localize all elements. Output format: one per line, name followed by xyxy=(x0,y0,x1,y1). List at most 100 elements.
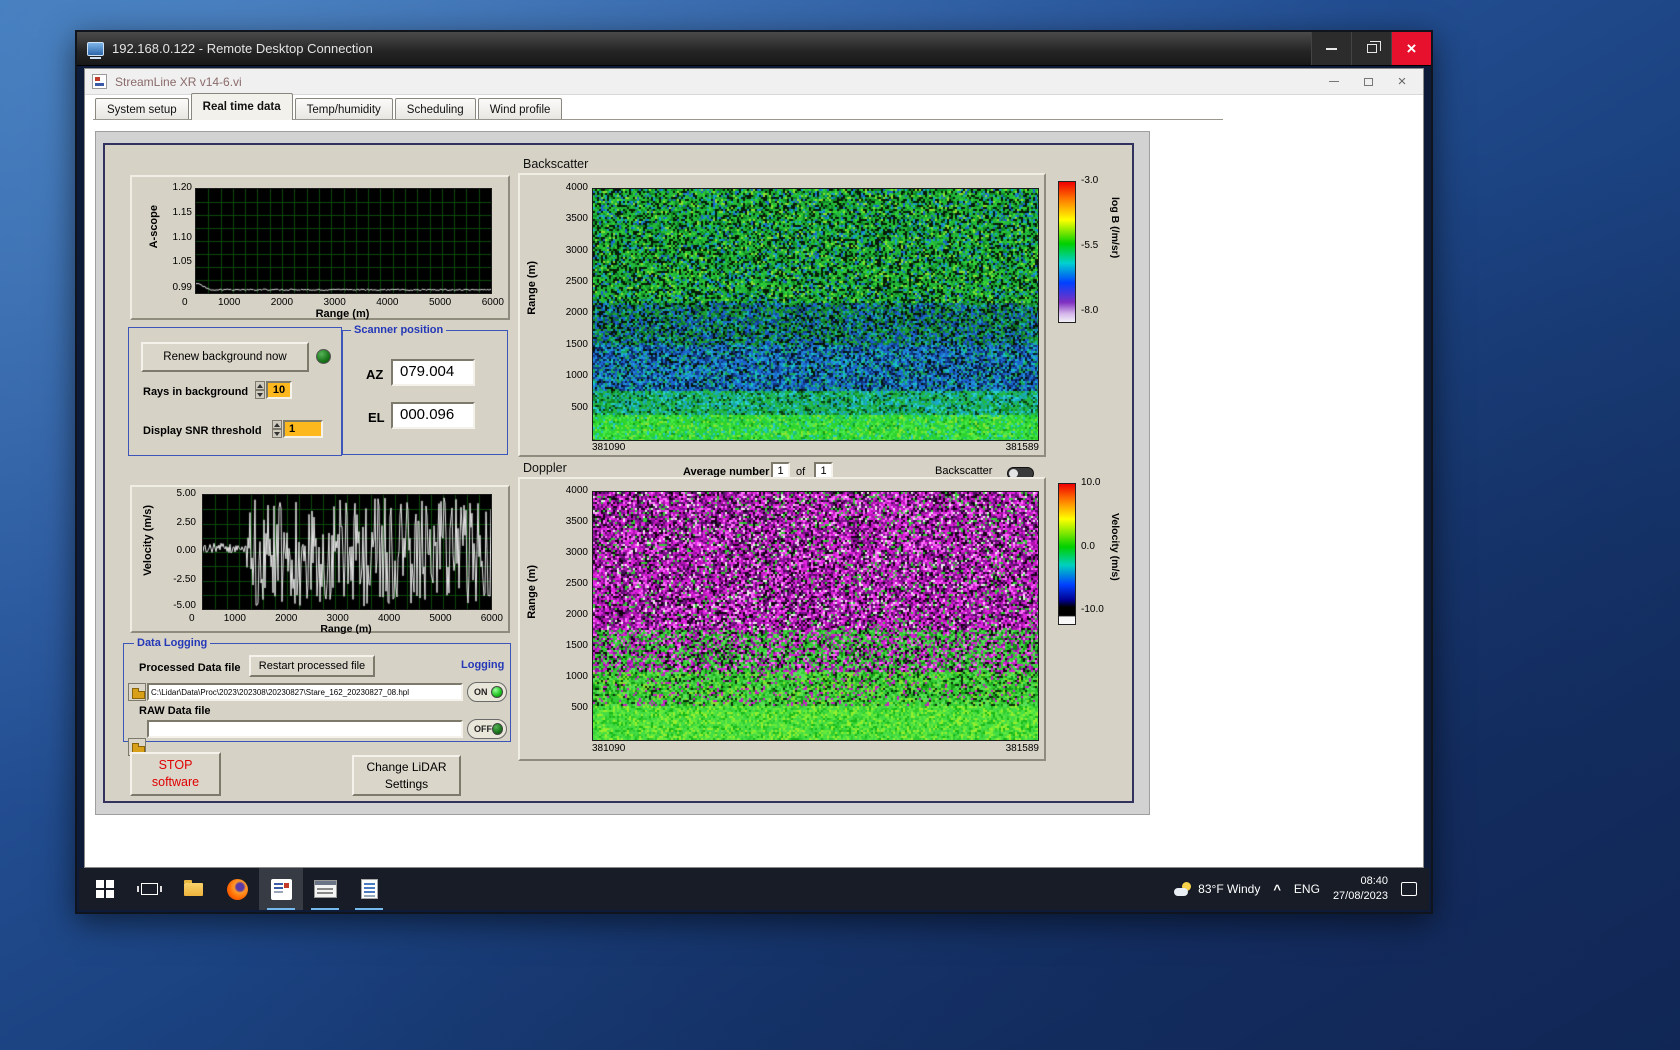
backscatter-colorbar xyxy=(1058,181,1076,323)
snr-threshold-label: Display SNR threshold xyxy=(143,425,262,437)
doppler-yaxis-label: Range (m) xyxy=(526,565,538,619)
snr-value-field[interactable]: 1 xyxy=(283,420,323,438)
y-tick: 2000 xyxy=(546,609,588,620)
change-lidar-settings-button[interactable]: Change LiDAR Settings xyxy=(352,755,461,796)
remote-desktop: StreamLine XR v14-6.vi × System setup Re… xyxy=(77,66,1431,912)
task Dbar-labview-button[interactable] xyxy=(259,868,303,910)
weather-text: 83°F Windy xyxy=(1198,882,1260,896)
y-tick: 1.15 xyxy=(158,207,192,218)
colorbar-tick: -5.5 xyxy=(1081,240,1098,251)
weather-icon xyxy=(1174,882,1192,896)
az-value-field[interactable]: 079.004 xyxy=(391,359,475,386)
ascope-x-ticks: 0 1000 2000 3000 4000 5000 6000 xyxy=(182,297,504,308)
rdp-restore-button[interactable] xyxy=(1351,32,1391,65)
tab-strip: System setup Real time data Temp/humidit… xyxy=(95,98,564,120)
firefox-icon xyxy=(227,879,248,900)
doppler-colorbar xyxy=(1058,483,1076,625)
backscatter-y-ticks: 4000 3500 3000 2500 2000 1500 1000 500 xyxy=(546,175,588,435)
x-tick: 381589 xyxy=(1006,743,1039,754)
velocity-axis-label: Velocity (m/s) xyxy=(142,505,154,576)
app-restore-button[interactable] xyxy=(1351,71,1385,93)
tab-system-setup[interactable]: System setup xyxy=(95,98,189,120)
raw-path-field[interactable] xyxy=(147,720,463,738)
tab-label: Real time data xyxy=(203,101,281,113)
app-close-button[interactable]: × xyxy=(1385,71,1419,93)
clock-date: 27/08/2023 xyxy=(1333,889,1388,904)
tab-real-time-data[interactable]: Real time data xyxy=(191,93,293,120)
el-value-field[interactable]: 000.096 xyxy=(391,402,475,429)
processed-path-field[interactable]: C:\Lidar\Data\Proc\2023\202308\20230827\… xyxy=(147,683,463,701)
taskbar-clock[interactable]: 08:40 27/08/2023 xyxy=(1333,874,1388,904)
y-tick: 0.99 xyxy=(158,282,192,293)
processed-logging-toggle[interactable]: ON xyxy=(467,682,507,702)
weather-widget[interactable]: 83°F Windy xyxy=(1174,882,1260,896)
button-label: software xyxy=(152,774,199,791)
tab-temp-humidity[interactable]: Temp/humidity xyxy=(295,98,393,120)
hidden-icons-button[interactable]: ^ xyxy=(1273,882,1281,897)
button-label: Renew background now xyxy=(163,351,286,363)
taskbar-explorer-button[interactable] xyxy=(171,868,215,910)
tab-label: Wind profile xyxy=(490,104,551,116)
action-center-icon[interactable] xyxy=(1401,882,1417,896)
close-icon: × xyxy=(1407,40,1417,57)
toggle-state-label: ON xyxy=(474,687,488,697)
logging-on-led-icon xyxy=(491,686,503,698)
y-tick: 1000 xyxy=(546,671,588,682)
y-tick: 1.10 xyxy=(158,232,192,243)
windows-logo-icon xyxy=(96,880,114,898)
backscatter-overlay-label: Backscatter xyxy=(935,465,992,477)
y-tick: 500 xyxy=(546,702,588,713)
y-tick: 1500 xyxy=(546,640,588,651)
vi-file-icon xyxy=(92,74,107,89)
tab-scheduling[interactable]: Scheduling xyxy=(395,98,476,120)
velocity-chart-frame: Velocity (m/s) 5.00 2.50 0.00 -2.50 -5.0… xyxy=(130,485,510,633)
app-minimize-button[interactable] xyxy=(1317,71,1351,93)
taskbar-taskview-button[interactable] xyxy=(127,868,171,910)
language-indicator[interactable]: ENG xyxy=(1294,882,1320,896)
rays-spinner[interactable] xyxy=(255,381,265,399)
button-label: Restart processed file xyxy=(259,660,365,672)
taskbar-start-button[interactable] xyxy=(83,868,127,910)
rays-value-field[interactable]: 10 xyxy=(266,381,292,399)
processed-path-browse-button[interactable] xyxy=(128,683,146,701)
stop-software-button[interactable]: STOP software xyxy=(130,752,221,796)
velocity-plot-canvas xyxy=(202,494,492,610)
y-tick: -2.50 xyxy=(160,574,196,585)
tab-wind-profile[interactable]: Wind profile xyxy=(478,98,563,120)
app-title: StreamLine XR v14-6.vi xyxy=(115,75,242,89)
colorbar-tick: -3.0 xyxy=(1081,175,1098,186)
y-tick: 2.50 xyxy=(160,517,196,528)
labview-app-icon xyxy=(271,879,292,900)
rdp-title: 192.168.0.122 - Remote Desktop Connectio… xyxy=(112,41,373,56)
taskbar-scan-scheduler-button[interactable] xyxy=(303,868,347,910)
colorbar-tick: 10.0 xyxy=(1081,477,1100,488)
doppler-y-ticks: 4000 3500 3000 2500 2000 1500 1000 500 xyxy=(546,479,588,739)
close-icon: × xyxy=(1398,74,1407,89)
x-tick: 6000 xyxy=(482,297,504,308)
doppler-heatmap-canvas xyxy=(592,491,1039,741)
taskbar-firefox-button[interactable] xyxy=(215,868,259,910)
document-app-icon xyxy=(361,879,378,899)
button-label: Change LiDAR xyxy=(366,759,446,775)
renew-background-button[interactable]: Renew background now xyxy=(141,342,309,372)
snr-spinner[interactable] xyxy=(272,420,282,438)
y-tick: 4000 xyxy=(546,182,588,193)
doppler-chart-frame: Range (m) 4000 3500 3000 2500 2000 1500 … xyxy=(518,477,1046,761)
restore-icon xyxy=(1367,44,1377,53)
doppler-section-label: Doppler xyxy=(523,461,567,475)
y-tick: 1500 xyxy=(546,339,588,350)
taskbar-document-app-button[interactable] xyxy=(347,868,391,910)
scan-scheduler-window-icon xyxy=(314,880,337,898)
rdp-window-controls: × xyxy=(1311,32,1431,65)
backscatter-colorbar-label: log B (/m/sr) xyxy=(1109,197,1121,258)
el-label: EL xyxy=(368,410,385,425)
app-titlebar[interactable]: StreamLine XR v14-6.vi × xyxy=(85,69,1423,95)
task-view-icon xyxy=(141,883,158,895)
rdp-minimize-button[interactable] xyxy=(1311,32,1351,65)
rdp-close-button[interactable]: × xyxy=(1391,32,1431,65)
restart-processed-file-button[interactable]: Restart processed file xyxy=(249,655,375,677)
x-tick: 0 xyxy=(189,613,195,624)
rdp-titlebar[interactable]: 192.168.0.122 - Remote Desktop Connectio… xyxy=(77,32,1431,66)
y-tick: 500 xyxy=(546,402,588,413)
raw-logging-toggle[interactable]: OFF xyxy=(467,719,507,739)
